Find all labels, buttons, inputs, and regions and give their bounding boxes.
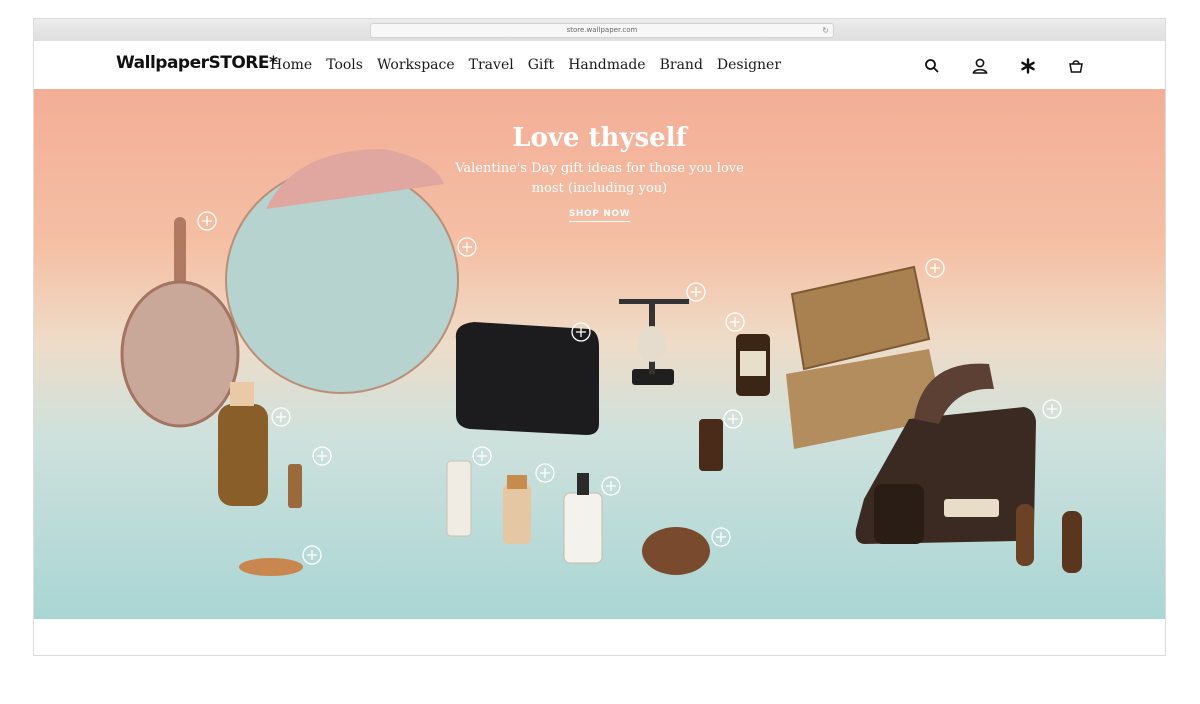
plus-icon[interactable]	[925, 258, 945, 278]
plus-icon[interactable]	[723, 409, 743, 429]
hero-subtitle: Valentine's Day gift ideas for those you…	[455, 161, 744, 196]
menu-item-handmade[interactable]: Handmade	[568, 57, 645, 73]
wood-brush-b	[1062, 511, 1082, 573]
menu-item-tools[interactable]: Tools	[326, 57, 363, 73]
menu-item-travel[interactable]: Travel	[469, 57, 514, 73]
spray-bottle-image	[446, 460, 472, 537]
site-logo[interactable]: WallpaperSTORE*	[116, 53, 278, 73]
browser-window: store.wallpaper.com ↻ WallpaperSTORE* Ho…	[33, 18, 1166, 656]
menu-item-brand[interactable]: Brand	[660, 57, 703, 73]
hand-mirror-image	[120, 280, 240, 428]
menu-item-designer[interactable]: Designer	[717, 57, 781, 73]
oil-bottle-cap	[230, 382, 254, 406]
small-bottle-image	[288, 464, 302, 508]
plus-icon[interactable]	[686, 282, 706, 302]
hand-mirror-handle	[174, 217, 186, 287]
menu-item-gift[interactable]: Gift	[528, 57, 554, 73]
plus-icon[interactable]	[535, 463, 555, 483]
plus-icon[interactable]	[312, 446, 332, 466]
header-icons	[921, 55, 1087, 77]
perfume-bottle-image	[563, 492, 603, 564]
brush-image	[874, 484, 924, 544]
amber-bottle-small-image	[699, 419, 723, 471]
search-icon[interactable]	[921, 55, 943, 77]
plus-icon[interactable]	[1042, 399, 1062, 419]
site-header: WallpaperSTORE* Home Tools Workspace Tra…	[34, 41, 1165, 89]
account-icon[interactable]	[969, 55, 991, 77]
wood-brush-a	[1016, 504, 1034, 566]
url-text: store.wallpaper.com	[566, 26, 638, 34]
plus-icon[interactable]	[601, 476, 621, 496]
plus-icon[interactable]	[571, 322, 591, 342]
soap-dish-image	[239, 558, 303, 576]
plus-icon[interactable]	[472, 446, 492, 466]
plus-icon[interactable]	[197, 211, 217, 231]
star-icon[interactable]	[1017, 55, 1039, 77]
page-below-fold	[34, 619, 1165, 655]
reload-icon[interactable]: ↻	[822, 24, 829, 37]
browser-toolbar: store.wallpaper.com ↻	[34, 19, 1165, 42]
oil-bottle-image	[218, 404, 268, 506]
menu-item-home[interactable]: Home	[270, 57, 312, 73]
basket-icon[interactable]	[1065, 55, 1087, 77]
plus-icon[interactable]	[457, 237, 477, 257]
plus-icon[interactable]	[271, 407, 291, 427]
shaving-brush-image	[638, 326, 666, 362]
hero-title: Love thyself	[512, 123, 687, 153]
main-menu: Home Tools Workspace Travel Gift Handmad…	[270, 57, 795, 73]
fragrance-bottle-image	[503, 484, 531, 544]
compact-mirror-image	[642, 527, 710, 575]
hero-copy: Love thyself Valentine's Day gift ideas …	[34, 123, 1165, 222]
plus-icon[interactable]	[302, 545, 322, 565]
plus-icon[interactable]	[725, 312, 745, 332]
menu-item-workspace[interactable]: Workspace	[377, 57, 455, 73]
hero-banner: Love thyself Valentine's Day gift ideas …	[34, 89, 1165, 619]
shop-now-link[interactable]: SHOP NOW	[568, 209, 631, 222]
plus-icon[interactable]	[711, 527, 731, 547]
address-bar[interactable]: store.wallpaper.com ↻	[370, 23, 834, 38]
